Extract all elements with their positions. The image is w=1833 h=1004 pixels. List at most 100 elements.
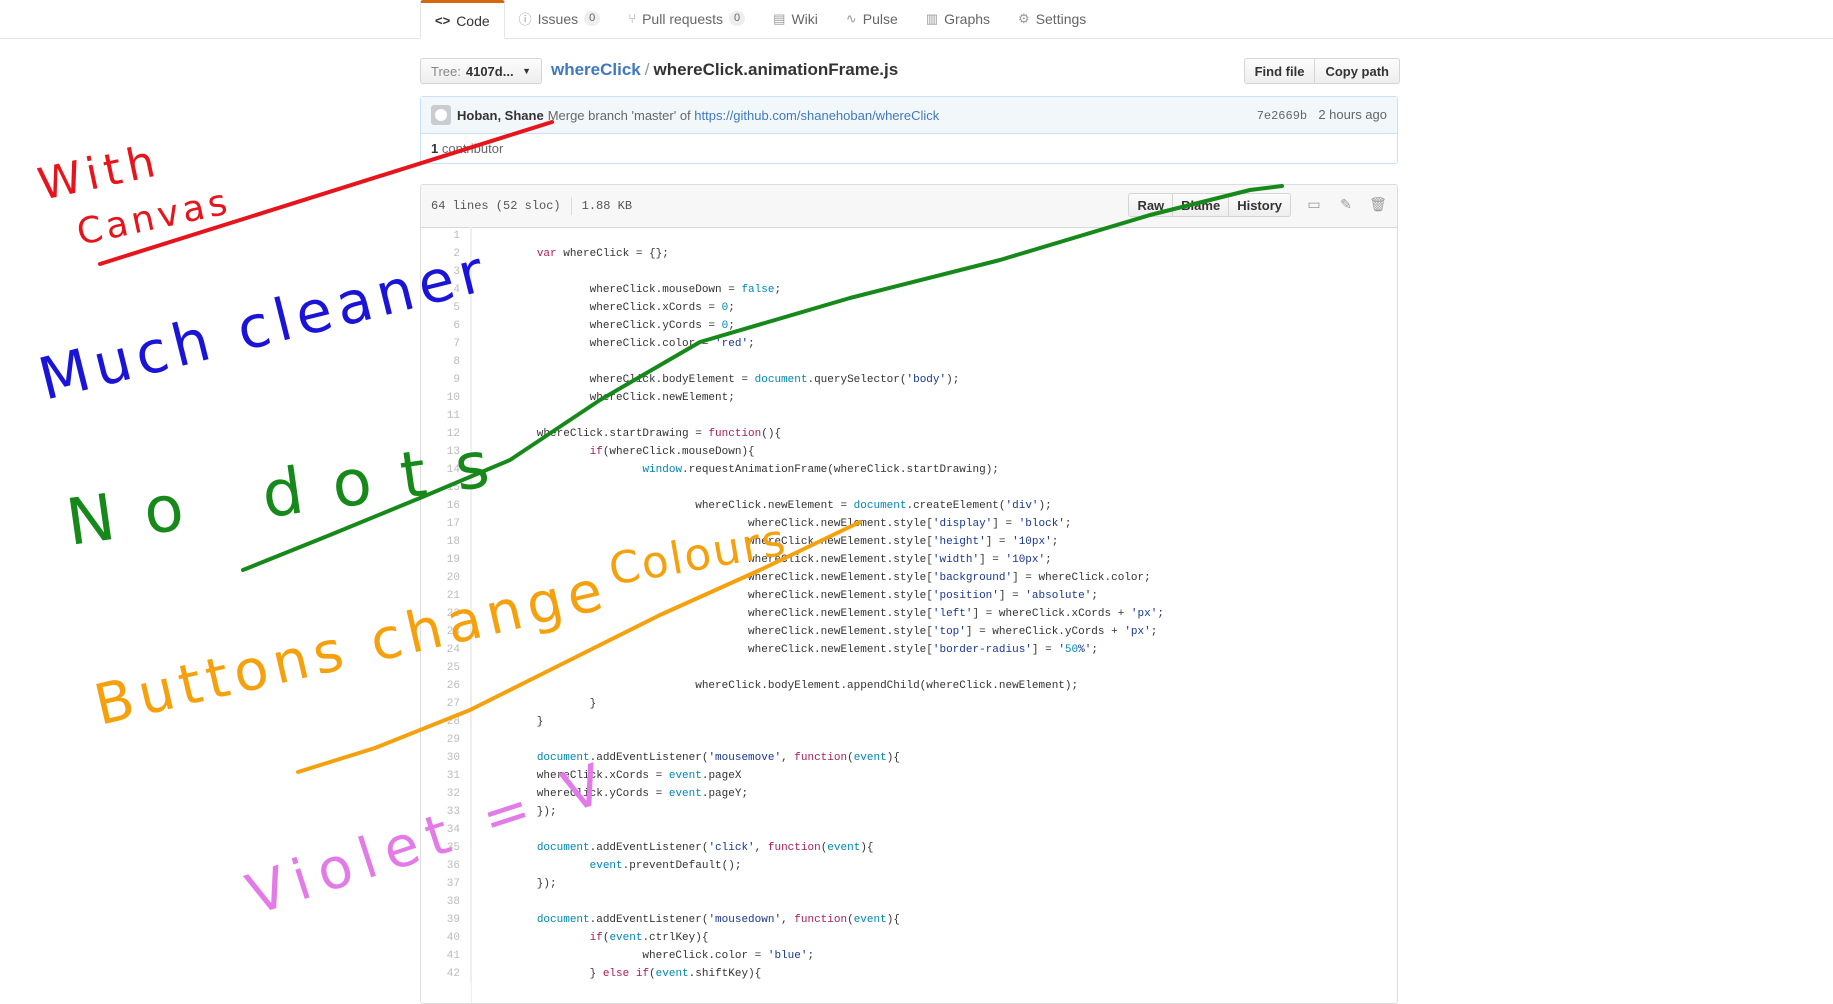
desktop-icon[interactable]: ▭ xyxy=(1305,196,1323,214)
line-number[interactable]: 24 xyxy=(421,641,471,659)
line-number[interactable]: 15 xyxy=(421,479,471,497)
line-number[interactable]: 22 xyxy=(421,605,471,623)
repo-tabs: <> Code ⓘ Issues 0 ⑂ Pull requests 0 ▤ W… xyxy=(420,0,1100,39)
line-number[interactable]: 21 xyxy=(421,587,471,605)
line-number[interactable]: 11 xyxy=(421,407,471,425)
line-number[interactable]: 31 xyxy=(421,767,471,785)
line-code: document.addEventListener('click', funct… xyxy=(536,842,874,854)
line-number[interactable]: 26 xyxy=(421,677,471,695)
line-number[interactable]: 30 xyxy=(421,749,471,767)
code-line: 24 whereClick.newElement.style['border-r… xyxy=(421,641,1397,659)
line-number[interactable]: 17 xyxy=(421,515,471,533)
line-number[interactable]: 12 xyxy=(421,425,471,443)
code-line: 10 whereClick.newElement; xyxy=(421,389,1397,407)
line-number[interactable]: 20 xyxy=(421,569,471,587)
line-code: document.addEventListener('mousedown', f… xyxy=(536,914,900,926)
line-number[interactable]: 27 xyxy=(421,695,471,713)
history-button[interactable]: History xyxy=(1229,193,1291,217)
raw-button[interactable]: Raw xyxy=(1128,193,1174,217)
commit-sha[interactable]: 7e2669b xyxy=(1257,109,1307,123)
code-line: 7 whereClick.color = 'red'; xyxy=(421,335,1397,353)
line-number[interactable]: 7 xyxy=(421,335,471,353)
line-number[interactable]: 35 xyxy=(421,839,471,857)
line-number[interactable]: 36 xyxy=(421,857,471,875)
tab-issues[interactable]: ⓘ Issues 0 xyxy=(505,0,615,37)
commit-tease: Hoban, Shane Merge branch 'master' of ht… xyxy=(421,97,1397,134)
line-number[interactable]: 39 xyxy=(421,911,471,929)
line-number[interactable]: 2 xyxy=(421,245,471,263)
line-code: whereClick.xCords = event.pageX xyxy=(484,770,742,782)
line-number[interactable]: 33 xyxy=(421,803,471,821)
code-icon: <> xyxy=(435,13,451,28)
line-number[interactable]: 41 xyxy=(421,947,471,965)
line-number[interactable]: 1 xyxy=(421,227,471,245)
line-number[interactable]: 9 xyxy=(421,371,471,389)
tab-pulse[interactable]: ∿ Pulse xyxy=(832,0,912,37)
pulse-icon: ∿ xyxy=(845,10,857,26)
breadcrumb-repo-link[interactable]: whereClick xyxy=(551,60,641,79)
line-number[interactable]: 42 xyxy=(421,965,471,983)
code-line: 35 document.addEventListener('click', fu… xyxy=(421,839,1397,857)
line-number[interactable]: 5 xyxy=(421,299,471,317)
commit-author[interactable]: Hoban, Shane xyxy=(457,108,544,123)
commit-message-link[interactable]: https://github.com/shanehoban/whereClick xyxy=(694,108,939,123)
line-number[interactable]: 14 xyxy=(421,461,471,479)
tab-code[interactable]: <> Code xyxy=(420,0,505,39)
avatar[interactable] xyxy=(431,105,451,125)
annotation-with: With xyxy=(34,135,166,211)
line-code: whereClick.color = 'blue'; xyxy=(484,950,815,962)
code-line: 1 xyxy=(421,227,1397,245)
line-number[interactable]: 37 xyxy=(421,875,471,893)
code-line: 12 whereClick.startDrawing = function(){ xyxy=(421,425,1397,443)
line-number[interactable]: 19 xyxy=(421,551,471,569)
trash-icon[interactable]: 🗑 xyxy=(1369,196,1387,214)
commit-message-text[interactable]: Merge branch 'master' of xyxy=(548,108,691,123)
line-number[interactable]: 25 xyxy=(421,659,471,677)
code-line: 42 } else if(event.shiftKey){ xyxy=(421,965,1397,983)
code-line: 8 xyxy=(421,353,1397,371)
branch-select-button[interactable]: Tree: 4107d... ▼ xyxy=(420,58,542,84)
line-number[interactable]: 32 xyxy=(421,785,471,803)
file-lines: 64 lines (52 sloc) xyxy=(431,199,561,213)
pencil-icon[interactable]: ✎ xyxy=(1337,196,1355,214)
tab-label: Pull requests xyxy=(642,10,724,27)
line-number[interactable]: 23 xyxy=(421,623,471,641)
tab-pull-requests[interactable]: ⑂ Pull requests 0 xyxy=(614,0,759,37)
line-number[interactable]: 40 xyxy=(421,929,471,947)
file-nav-buttons: Find file Copy path xyxy=(1243,58,1400,84)
line-number[interactable]: 6 xyxy=(421,317,471,335)
code-line: 34 xyxy=(421,821,1397,839)
file-box: 64 lines (52 sloc) 1.88 KB Raw Blame His… xyxy=(420,184,1398,1004)
contributors[interactable]: 1 contributor xyxy=(421,134,1397,163)
line-code: whereClick.color = 'red'; xyxy=(484,338,755,350)
line-code: } xyxy=(484,698,597,710)
line-code: whereClick.yCords = 0; xyxy=(484,320,735,332)
line-number[interactable]: 18 xyxy=(421,533,471,551)
line-code: whereClick.startDrawing = function(){ xyxy=(484,428,782,440)
line-code: whereClick.xCords = 0; xyxy=(484,302,735,314)
code-line: 39 document.addEventListener('mousedown'… xyxy=(421,911,1397,929)
code-line: 28 } xyxy=(421,713,1397,731)
line-number[interactable]: 10 xyxy=(421,389,471,407)
line-number[interactable]: 34 xyxy=(421,821,471,839)
tab-wiki[interactable]: ▤ Wiki xyxy=(759,0,832,37)
line-number[interactable]: 29 xyxy=(421,731,471,749)
tab-settings[interactable]: ⚙ Settings xyxy=(1004,0,1100,37)
code-line: 27 } xyxy=(421,695,1397,713)
line-number[interactable]: 28 xyxy=(421,713,471,731)
line-number[interactable]: 38 xyxy=(421,893,471,911)
tab-graphs[interactable]: ▥ Graphs xyxy=(912,0,1004,37)
tab-label: Settings xyxy=(1035,10,1087,27)
contributor-label: contributor xyxy=(441,141,504,156)
line-number[interactable]: 3 xyxy=(421,263,471,281)
line-code: whereClick.newElement; xyxy=(484,392,735,404)
line-number[interactable]: 13 xyxy=(421,443,471,461)
find-file-button[interactable]: Find file xyxy=(1243,58,1316,84)
tab-label: Graphs xyxy=(944,10,991,27)
line-number[interactable]: 8 xyxy=(421,353,471,371)
line-number[interactable]: 16 xyxy=(421,497,471,515)
copy-path-button[interactable]: Copy path xyxy=(1315,58,1400,84)
breadcrumb-separator: / xyxy=(644,60,650,79)
blame-button[interactable]: Blame xyxy=(1173,193,1230,217)
line-number[interactable]: 4 xyxy=(421,281,471,299)
